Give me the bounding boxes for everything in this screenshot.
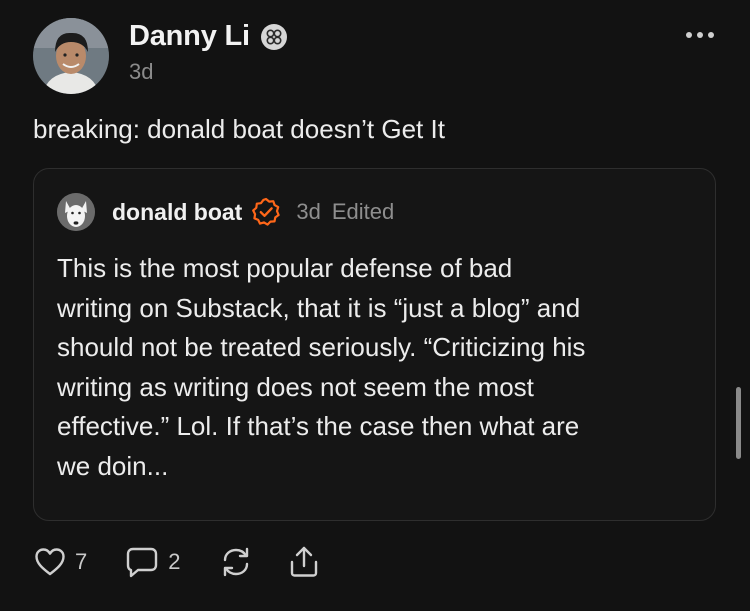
comment-count: 2 [168,549,181,574]
scrollbar-thumb[interactable] [736,387,741,459]
more-horizontal-icon [686,32,714,38]
quoted-body-line: writing on Substack, that it is “just a … [57,292,581,323]
verified-badge-icon [251,197,281,227]
quoted-body-line: we doin... [57,450,169,481]
quoted-author-name[interactable]: donald boat [112,199,242,226]
quoted-body-line: This is the most popular defense of bad [57,253,513,283]
comment-icon [127,547,158,578]
quoted-body-line: should not be treated seriously. “Critic… [57,332,586,363]
share-icon [290,546,317,577]
post-header: Danny Li 3d [33,18,288,94]
quoted-body-line: effective.” Lol. If that’s the case then… [57,411,580,442]
restack-button[interactable] [218,544,254,580]
subscriber-badge-icon [260,23,288,51]
like-count: 7 [75,549,88,574]
quoted-author-avatar[interactable] [57,193,95,231]
author-avatar[interactable] [33,18,109,94]
quoted-edited-label: Edited [331,199,395,224]
quoted-note-body: This is the most popular defense of bad … [57,249,697,487]
post-timestamp: 3d [129,59,154,84]
author-name[interactable]: Danny Li [129,20,250,53]
post-body-text: breaking: donald boat doesn’t Get It [33,114,445,144]
avatar-photo-icon [33,18,109,94]
note-post: Danny Li 3d breaking: donald boat doesn’… [0,0,750,611]
like-button[interactable]: 7 [33,545,87,579]
heart-icon [35,548,65,576]
author-name-row: Danny Li [129,20,288,53]
comment-button[interactable]: 2 [124,544,181,580]
post-actions-bar: 7 2 [33,544,322,580]
quoted-note-card[interactable]: donald boat 3d Edited This is the most p… [33,168,716,521]
more-options-button[interactable] [680,20,720,50]
restack-icon [223,547,248,577]
quoted-note-header: donald boat 3d Edited [57,193,394,231]
share-button[interactable] [286,544,322,580]
quoted-timestamp: 3d [296,199,321,224]
quoted-body-line: writing as writing does not seem the mos… [57,371,534,402]
dog-avatar-icon [57,193,95,231]
author-info: Danny Li 3d [129,20,288,85]
